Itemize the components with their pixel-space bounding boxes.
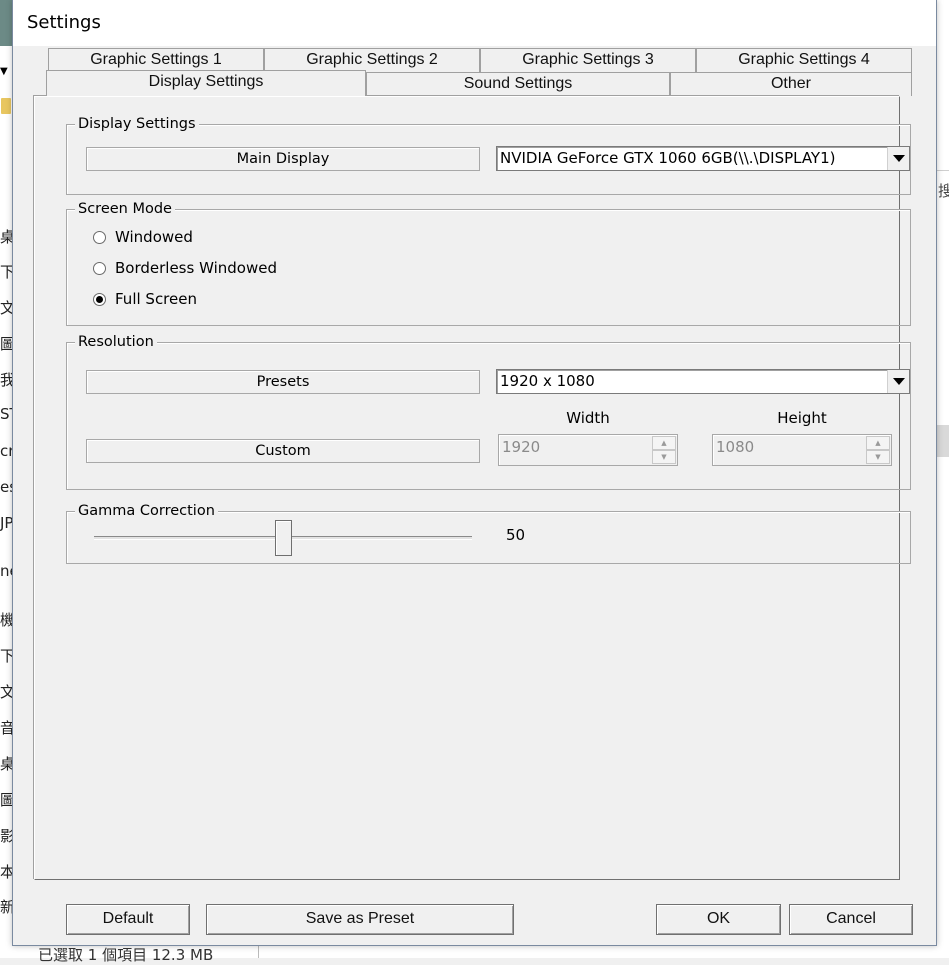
group-title: Resolution [75, 334, 157, 350]
gamma-slider-thumb[interactable] [274, 520, 292, 556]
tab-graphic-settings-1[interactable]: Graphic Settings 1 [48, 48, 264, 72]
tab-graphic-settings-2[interactable]: Graphic Settings 2 [264, 48, 480, 72]
radio-button[interactable] [93, 292, 106, 306]
custom-width-value: 1920 [502, 438, 541, 456]
chevron-down-icon: ▼ [0, 66, 8, 77]
gamma-value: 50 [506, 526, 526, 544]
default-button[interactable]: Default [66, 904, 190, 935]
custom-height-value: 1080 [716, 438, 755, 456]
height-header: Height [777, 409, 827, 427]
chevron-down-icon [892, 155, 905, 162]
tab-display-settings[interactable]: Display Settings [46, 70, 366, 96]
chevron-down-icon [892, 378, 905, 385]
tab-other[interactable]: Other [670, 72, 912, 96]
title-bar[interactable]: Settings [13, 0, 936, 46]
custom-width-spinbox[interactable]: 1920 ▲ ▼ [498, 434, 678, 466]
folder-icon [1, 98, 11, 114]
main-display-label: Main Display [86, 147, 480, 171]
radio-full-screen[interactable]: Full Screen [93, 289, 197, 309]
tab-sound-settings[interactable]: Sound Settings [366, 72, 670, 96]
background-status-divider [258, 946, 259, 958]
radio-label: Borderless Windowed [115, 259, 277, 277]
spin-buttons: ▲ ▼ [866, 436, 890, 464]
dropdown-button[interactable] [887, 370, 909, 393]
tab-graphic-settings-4[interactable]: Graphic Settings 4 [696, 48, 912, 72]
cancel-button[interactable]: Cancel [789, 904, 913, 935]
main-display-dropdown[interactable]: NVIDIA GeForce GTX 1060 6GB(\\.\DISPLAY1… [496, 146, 910, 171]
save-as-preset-button[interactable]: Save as Preset [206, 904, 514, 935]
custom-height-spinbox[interactable]: 1080 ▲ ▼ [712, 434, 892, 466]
radio-windowed[interactable]: Windowed [93, 227, 193, 247]
background-thumbnail [0, 0, 12, 46]
ok-button[interactable]: OK [656, 904, 781, 935]
group-title: Screen Mode [75, 201, 175, 217]
radio-label: Full Screen [115, 290, 197, 308]
background-selection-bar [937, 425, 949, 457]
radio-label: Windowed [115, 228, 193, 246]
main-display-value: NVIDIA GeForce GTX 1060 6GB(\\.\DISPLAY1… [500, 149, 836, 167]
radio-button[interactable] [93, 261, 106, 275]
spin-up-button[interactable]: ▲ [652, 436, 676, 450]
tab-graphic-settings-3[interactable]: Graphic Settings 3 [480, 48, 696, 72]
presets-dropdown[interactable]: 1920 x 1080 [496, 369, 910, 394]
group-title: Display Settings [75, 116, 199, 132]
group-title: Gamma Correction [75, 503, 218, 519]
presets-value: 1920 x 1080 [500, 372, 595, 390]
background-divider [937, 170, 949, 171]
custom-label: Custom [86, 439, 480, 463]
spin-down-button[interactable]: ▼ [652, 450, 676, 464]
window-title: Settings [27, 12, 101, 33]
width-header: Width [566, 409, 610, 427]
background-status-text: 已選取 1 個項目 12.3 MB [38, 946, 214, 964]
spin-buttons: ▲ ▼ [652, 436, 676, 464]
dropdown-button[interactable] [887, 147, 909, 170]
radio-borderless-windowed[interactable]: Borderless Windowed [93, 258, 277, 278]
background-search-box[interactable]: 搜 [938, 180, 949, 201]
presets-label: Presets [86, 370, 480, 394]
spin-down-button[interactable]: ▼ [866, 450, 890, 464]
spin-up-button[interactable]: ▲ [866, 436, 890, 450]
radio-button[interactable] [93, 230, 106, 244]
